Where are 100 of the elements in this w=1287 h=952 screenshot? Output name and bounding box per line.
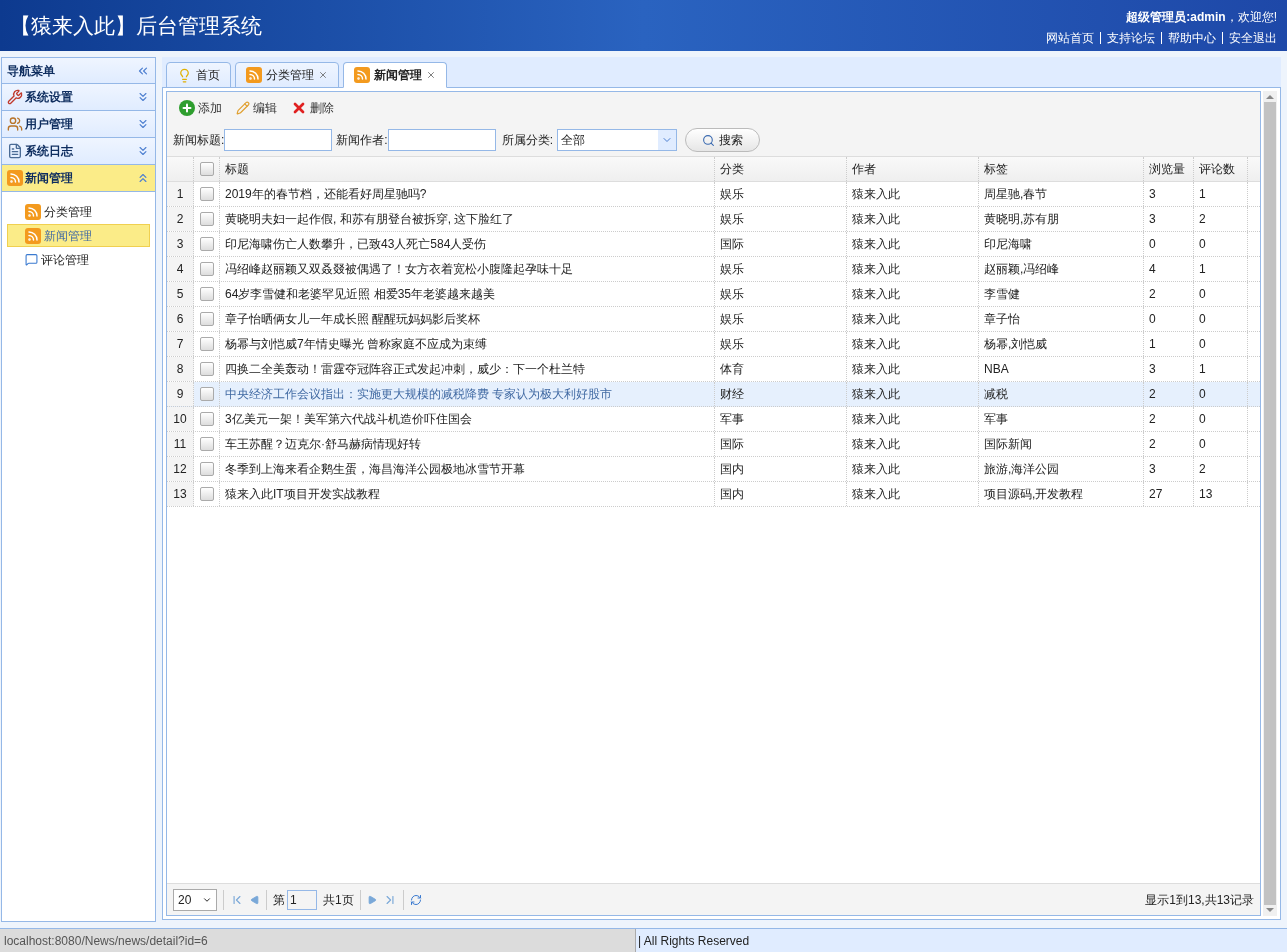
refresh-icon[interactable] xyxy=(409,893,422,906)
sidebar-group[interactable]: 系统日志 xyxy=(2,138,155,165)
checkbox[interactable] xyxy=(199,187,214,201)
column-header[interactable]: 标签 xyxy=(979,157,1144,181)
table-cell: 中央经济工作会议指出：实施更大规模的减税降费 专家认为极大利好股市 xyxy=(220,382,715,406)
header-link[interactable]: 帮助中心 xyxy=(1168,29,1216,47)
scroll-down-icon[interactable] xyxy=(1266,908,1274,912)
table-cell: 猿来入此 xyxy=(847,207,979,231)
lightbulb-icon xyxy=(177,67,192,83)
expand-icon xyxy=(136,171,150,185)
table-cell: 财经 xyxy=(715,382,847,406)
page-input[interactable]: 1 xyxy=(287,889,317,910)
input-field[interactable] xyxy=(387,129,496,151)
table-cell: 0 xyxy=(1194,382,1248,406)
checkbox[interactable] xyxy=(199,212,214,226)
table-cell: 体育 xyxy=(715,357,847,381)
table-cell: 猿来入此 xyxy=(847,482,979,506)
page-size-select[interactable]: 20 xyxy=(173,888,217,911)
comment-icon xyxy=(25,253,38,266)
next-page-icon[interactable] xyxy=(366,894,377,905)
table-cell: 1 xyxy=(1144,332,1194,356)
toolbar-button[interactable]: 编辑 xyxy=(236,99,277,117)
sidebar-item[interactable]: 分类管理 xyxy=(7,200,150,223)
checkbox[interactable] xyxy=(199,237,214,251)
sidebar-item[interactable]: 评论管理 xyxy=(7,248,150,271)
pencil-icon xyxy=(236,101,250,115)
row-number: 13 xyxy=(167,482,194,506)
table-cell: 猿来入此 xyxy=(847,382,979,406)
scrollbar[interactable] xyxy=(1263,91,1277,916)
table-cell: 猿来入此IT项目开发实战教程 xyxy=(220,482,715,506)
table-cell: 猿来入此 xyxy=(847,182,979,206)
table-cell: 赵丽颖,冯绍峰 xyxy=(979,257,1144,281)
table-cell: 章子怡 xyxy=(979,307,1144,331)
footer-text: | All Rights Reserved xyxy=(638,932,750,950)
checkbox[interactable] xyxy=(199,387,214,401)
header-link[interactable]: 网站首页 xyxy=(1046,29,1094,47)
tab[interactable]: 新闻管理 xyxy=(343,62,447,88)
table-cell: 1 xyxy=(1194,357,1248,381)
sidebar-group[interactable]: 用户管理 xyxy=(2,111,155,138)
checkbox[interactable] xyxy=(199,287,214,301)
checkbox[interactable] xyxy=(199,412,214,426)
checkbox[interactable] xyxy=(199,262,214,276)
status-url: localhost:8080/News/news/detail?id=6 xyxy=(0,929,636,952)
column-header[interactable]: 评论数 xyxy=(1194,157,1248,181)
row-number: 4 xyxy=(167,257,194,281)
row-number: 10 xyxy=(167,407,194,431)
column-header[interactable]: 作者 xyxy=(847,157,979,181)
checkbox[interactable] xyxy=(199,462,214,476)
checkbox[interactable] xyxy=(199,437,214,451)
search-icon xyxy=(702,133,716,147)
checkbox[interactable] xyxy=(199,362,214,376)
row-number: 2 xyxy=(167,207,194,231)
column-header[interactable]: 分类 xyxy=(715,157,847,181)
toolbar-button[interactable]: 删除 xyxy=(291,99,334,117)
row-number: 7 xyxy=(167,332,194,356)
toolbar-button[interactable]: 添加 xyxy=(179,99,222,117)
tab[interactable]: 首页 xyxy=(166,62,231,88)
table-cell: 猿来入此 xyxy=(847,257,979,281)
sidebar-item[interactable]: 新闻管理 xyxy=(7,224,150,247)
table-cell: 国际 xyxy=(715,232,847,256)
field-label: 所属分类: xyxy=(501,132,554,149)
column-header[interactable]: 标题 xyxy=(220,157,715,181)
table-cell: 13 xyxy=(1194,482,1248,506)
column-header[interactable]: 浏览量 xyxy=(1144,157,1194,181)
table-cell: 3亿美元一架！美军第六代战斗机造价吓住国会 xyxy=(220,407,715,431)
table-cell: NBA xyxy=(979,357,1144,381)
close-icon[interactable] xyxy=(426,70,436,80)
previous-page-icon[interactable] xyxy=(250,894,260,905)
wrench-icon xyxy=(7,89,23,105)
header-link[interactable]: 安全退出 xyxy=(1229,29,1277,47)
expand-icon xyxy=(136,144,150,158)
table-cell: 2 xyxy=(1194,457,1248,481)
record-summary: 显示1到13,共13记录 xyxy=(1145,891,1254,909)
category-select[interactable]: 全部 xyxy=(557,129,678,151)
checkbox[interactable] xyxy=(199,337,214,351)
table-cell: 减税 xyxy=(979,382,1144,406)
table-cell: 1 xyxy=(1194,182,1248,206)
table-cell: 冬季到上海来看企鹅生蛋，海昌海洋公园极地冰雪节开幕 xyxy=(220,457,715,481)
table-cell: 0 xyxy=(1144,232,1194,256)
table-cell: 冯绍峰赵丽颖又双叒叕被偶遇了！女方衣着宽松小腹隆起孕味十足 xyxy=(220,257,715,281)
row-number: 6 xyxy=(167,307,194,331)
table-cell: 3 xyxy=(1144,207,1194,231)
checkbox[interactable] xyxy=(199,162,214,176)
sidebar-group[interactable]: 系统设置 xyxy=(2,84,155,111)
search-button[interactable]: 搜索 xyxy=(685,128,761,152)
close-icon[interactable] xyxy=(318,70,328,80)
table-cell: 国际 xyxy=(715,432,847,456)
tab[interactable]: 分类管理 xyxy=(235,62,339,88)
input-field[interactable] xyxy=(224,129,333,151)
sidebar-group[interactable]: 新闻管理 xyxy=(2,165,155,192)
checkbox[interactable] xyxy=(199,487,214,501)
table-cell: 军事 xyxy=(979,407,1144,431)
table-cell: 杨幂与刘恺威7年情史曝光 曾称家庭不应成为束缚 xyxy=(220,332,715,356)
rss-icon xyxy=(246,67,262,83)
checkbox[interactable] xyxy=(199,312,214,326)
rss-icon xyxy=(354,67,370,83)
header-link[interactable]: 支持论坛 xyxy=(1107,29,1155,47)
row-number: 8 xyxy=(167,357,194,381)
table-cell: 2 xyxy=(1144,432,1194,456)
page-label: 第 xyxy=(273,891,285,909)
